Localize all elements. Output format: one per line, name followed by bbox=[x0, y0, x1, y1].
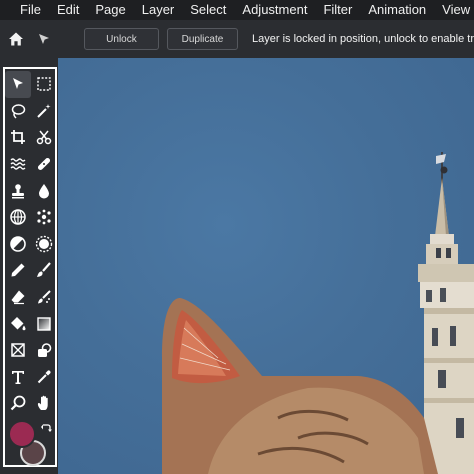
gradient-icon[interactable] bbox=[31, 310, 57, 337]
menu-adjustment[interactable]: Adjustment bbox=[234, 0, 315, 20]
unlock-button[interactable]: Unlock bbox=[84, 28, 159, 50]
options-bar: Unlock Duplicate Layer is locked in posi… bbox=[0, 20, 474, 58]
menu-bar: File Edit Page Layer Select Adjustment F… bbox=[0, 0, 474, 20]
blur-drop-icon[interactable] bbox=[31, 177, 57, 204]
lasso-icon[interactable] bbox=[5, 98, 31, 125]
pencil-icon[interactable] bbox=[5, 257, 31, 284]
image-canvas[interactable] bbox=[58, 58, 474, 474]
menu-view[interactable]: View bbox=[434, 0, 474, 20]
text-icon[interactable] bbox=[5, 364, 31, 391]
move-tool-icon[interactable] bbox=[5, 71, 31, 98]
shape-fill-icon[interactable] bbox=[31, 337, 57, 364]
cat-head bbox=[162, 298, 438, 474]
tools-panel bbox=[0, 58, 58, 474]
cut-icon[interactable] bbox=[31, 124, 57, 151]
move-pointer-icon[interactable] bbox=[30, 20, 58, 58]
color-replace-icon[interactable] bbox=[31, 284, 57, 311]
lock-status-message: Layer is locked in position, unlock to e… bbox=[252, 33, 474, 45]
eraser-icon[interactable] bbox=[5, 284, 31, 311]
healing-bandage-icon[interactable] bbox=[31, 151, 57, 178]
menu-page[interactable]: Page bbox=[87, 0, 133, 20]
menu-file[interactable]: File bbox=[0, 0, 49, 20]
menu-filter[interactable]: Filter bbox=[315, 0, 360, 20]
castle-tower bbox=[418, 152, 474, 474]
color-swatches bbox=[0, 412, 58, 474]
swap-arrows-icon[interactable] bbox=[40, 422, 52, 434]
marquee-select-icon[interactable] bbox=[31, 71, 57, 98]
paint-bucket-icon[interactable] bbox=[5, 310, 31, 337]
sponge-icon[interactable] bbox=[5, 204, 31, 231]
brush-icon[interactable] bbox=[31, 257, 57, 284]
clone-stamp-icon[interactable] bbox=[5, 177, 31, 204]
dodge-burn-icon[interactable] bbox=[5, 231, 31, 258]
menu-layer[interactable]: Layer bbox=[134, 0, 183, 20]
duplicate-button[interactable]: Duplicate bbox=[166, 28, 239, 50]
sharpen-icon[interactable] bbox=[31, 231, 57, 258]
photo-content bbox=[162, 152, 474, 474]
menu-edit[interactable]: Edit bbox=[49, 0, 87, 20]
liquify-icon[interactable] bbox=[5, 151, 31, 178]
menu-animation[interactable]: Animation bbox=[360, 0, 434, 20]
menu-select[interactable]: Select bbox=[182, 0, 234, 20]
spot-heal-icon[interactable] bbox=[31, 204, 57, 231]
home-icon[interactable] bbox=[2, 20, 30, 58]
foreground-color-swatch[interactable] bbox=[8, 420, 36, 448]
magic-wand-icon[interactable] bbox=[31, 98, 57, 125]
shape-icon[interactable] bbox=[5, 337, 31, 364]
eyedropper-icon[interactable] bbox=[31, 364, 57, 391]
toolbox bbox=[3, 67, 57, 467]
crop-icon[interactable] bbox=[5, 124, 31, 151]
